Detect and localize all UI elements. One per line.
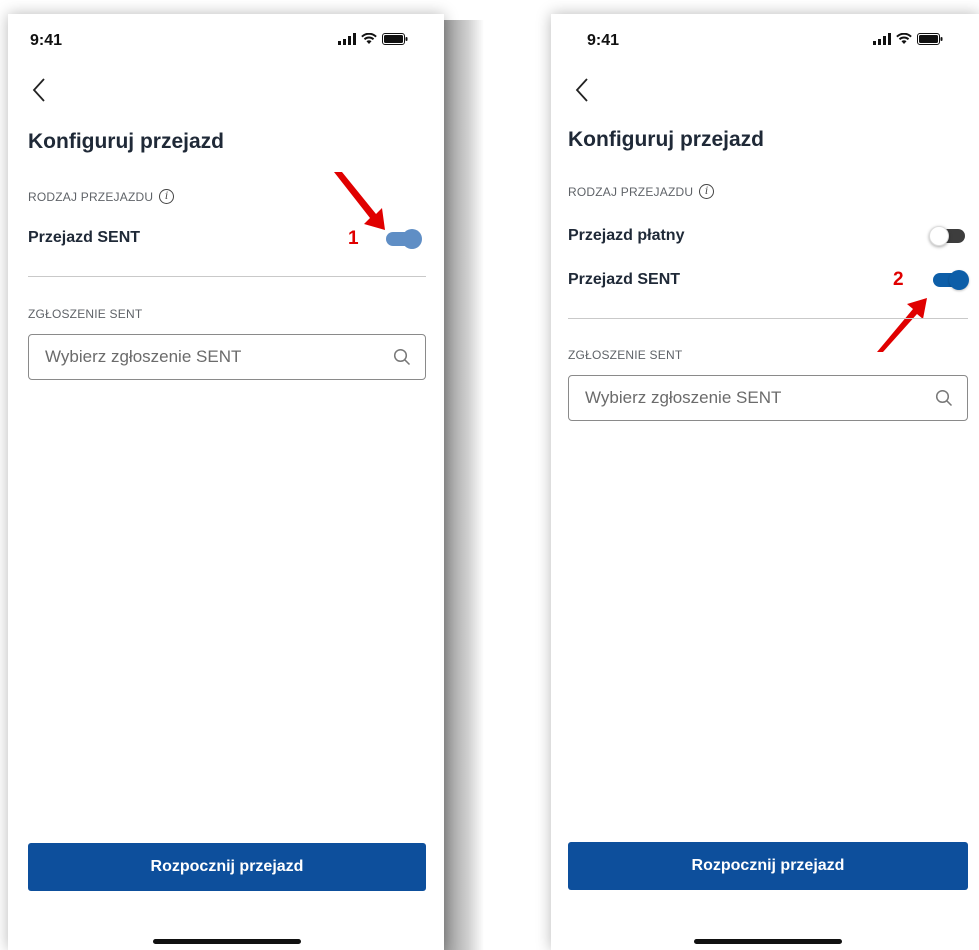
background-shadow — [444, 20, 484, 950]
phone-screen-2: 9:41 Konfiguruj przejazd RODZAJ PRZEJAZD… — [551, 14, 979, 950]
divider — [28, 276, 426, 277]
ride-type-section-label: RODZAJ PRZEJAZDU i — [568, 184, 715, 199]
annotation-arrow-icon — [877, 298, 927, 352]
status-time: 9:41 — [30, 32, 63, 49]
wifi-icon — [896, 33, 912, 44]
page-title: Konfiguruj przejazd — [28, 130, 224, 153]
option-label-paid: Przejazd płatny — [568, 227, 685, 244]
search-icon[interactable] — [935, 389, 953, 407]
signal-icon — [338, 33, 356, 45]
divider — [568, 318, 968, 319]
status-time: 9:41 — [587, 32, 620, 49]
status-icons — [873, 33, 943, 45]
sent-search-input[interactable]: Wybierz zgłoszenie SENT — [568, 375, 968, 421]
sent-toggle[interactable] — [386, 229, 422, 249]
search-placeholder: Wybierz zgłoszenie SENT — [585, 388, 782, 407]
option-label-sent: Przejazd SENT — [568, 271, 681, 288]
paid-toggle[interactable] — [929, 226, 967, 246]
ride-type-label: RODZAJ PRZEJAZDU — [28, 189, 154, 204]
sent-toggle[interactable] — [933, 270, 969, 290]
phone-screen-1: 9:41 Konfiguruj przejazd RODZAJ PRZEJAZD… — [8, 14, 444, 950]
sent-section-label: ZGŁOSZENIE SENT — [568, 348, 683, 362]
back-chevron-icon[interactable] — [30, 76, 50, 104]
ride-type-section-label: RODZAJ PRZEJAZDU i — [28, 189, 175, 204]
battery-icon — [382, 33, 408, 45]
annotation-number: 2 — [893, 269, 904, 290]
option-label-sent: Przejazd SENT — [28, 229, 141, 246]
search-icon[interactable] — [393, 348, 411, 366]
home-indicator — [694, 939, 842, 944]
signal-icon — [873, 33, 891, 45]
page-title: Konfiguruj przejazd — [568, 128, 764, 151]
status-icons — [338, 33, 408, 45]
annotation-arrow-icon — [334, 172, 385, 230]
sent-section-label: ZGŁOSZENIE SENT — [28, 307, 143, 321]
info-icon[interactable]: i — [159, 189, 175, 204]
back-chevron-icon[interactable] — [573, 76, 593, 104]
sent-search-input[interactable]: Wybierz zgłoszenie SENT — [28, 334, 426, 380]
search-placeholder: Wybierz zgłoszenie SENT — [45, 347, 242, 366]
info-icon[interactable]: i — [699, 184, 715, 199]
wifi-icon — [361, 33, 377, 44]
start-ride-button[interactable]: Rozpocznij przejazd — [28, 843, 426, 891]
start-ride-button[interactable]: Rozpocznij przejazd — [568, 842, 968, 890]
battery-icon — [917, 33, 943, 45]
ride-type-label: RODZAJ PRZEJAZDU — [568, 184, 694, 199]
home-indicator — [153, 939, 301, 944]
